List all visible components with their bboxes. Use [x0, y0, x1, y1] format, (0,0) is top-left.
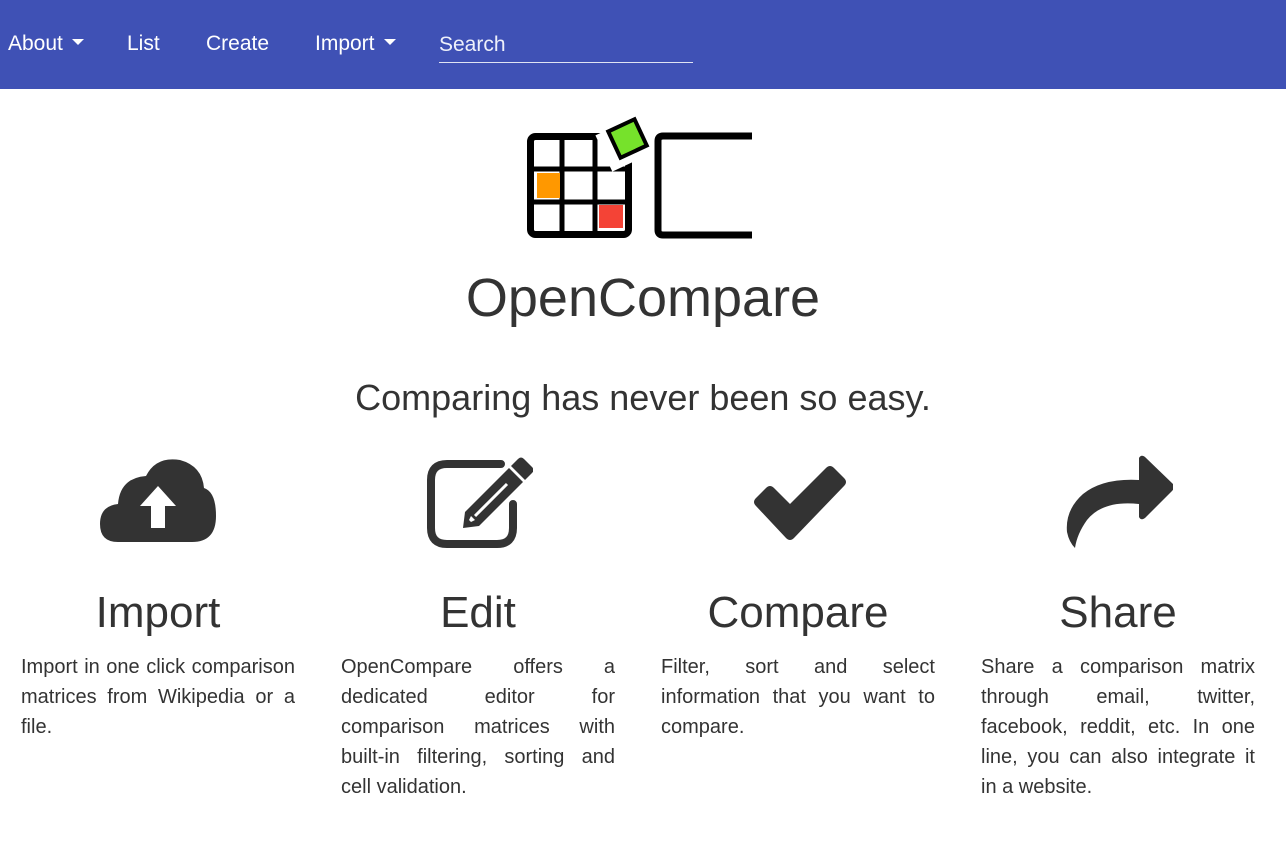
feature-edit: Edit OpenCompare offers a dedicated edit…: [341, 450, 615, 798]
nav-import-label: Import: [315, 32, 375, 55]
feature-share: Share Share a comparison matrix through …: [981, 450, 1255, 798]
caret-down-icon: [71, 39, 84, 46]
caret-down-icon: [383, 39, 396, 46]
navbar: About List Create Import: [0, 0, 1286, 89]
tagline: Comparing has never been so easy.: [355, 377, 931, 418]
search-input[interactable]: [439, 28, 693, 63]
feature-compare: Compare Filter, sort and select informat…: [661, 450, 935, 738]
check-icon: [754, 466, 846, 540]
nav-list-label: List: [127, 32, 160, 55]
opencompare-logo: [527, 116, 752, 239]
nav-about-label: About: [8, 32, 63, 55]
feature-title: Compare: [707, 588, 889, 637]
share-icon: [1066, 455, 1173, 548]
nav-about-dropdown[interactable]: About: [8, 31, 84, 57]
feature-title: Edit: [440, 588, 516, 637]
nav-list-link[interactable]: List: [127, 31, 160, 57]
nav-create-link[interactable]: Create: [206, 31, 269, 57]
nav-create-label: Create: [206, 32, 270, 55]
feature-title: Import: [95, 588, 221, 637]
feature-title: Share: [1059, 588, 1177, 637]
feature-import: Import Import in one click comparison ma…: [21, 450, 295, 738]
edit-icon: [427, 457, 533, 548]
cloud-upload-icon: [100, 459, 216, 542]
feature-description: Import in one click comparison matrices …: [21, 656, 295, 738]
nav-import-dropdown[interactable]: Import: [315, 31, 396, 57]
feature-description: Share a comparison matrix through email,…: [981, 656, 1255, 798]
feature-description: Filter, sort and select information that…: [661, 656, 935, 738]
feature-description: OpenCompare offers a dedicated editor fo…: [341, 656, 615, 798]
page-title: OpenCompare: [465, 268, 821, 328]
